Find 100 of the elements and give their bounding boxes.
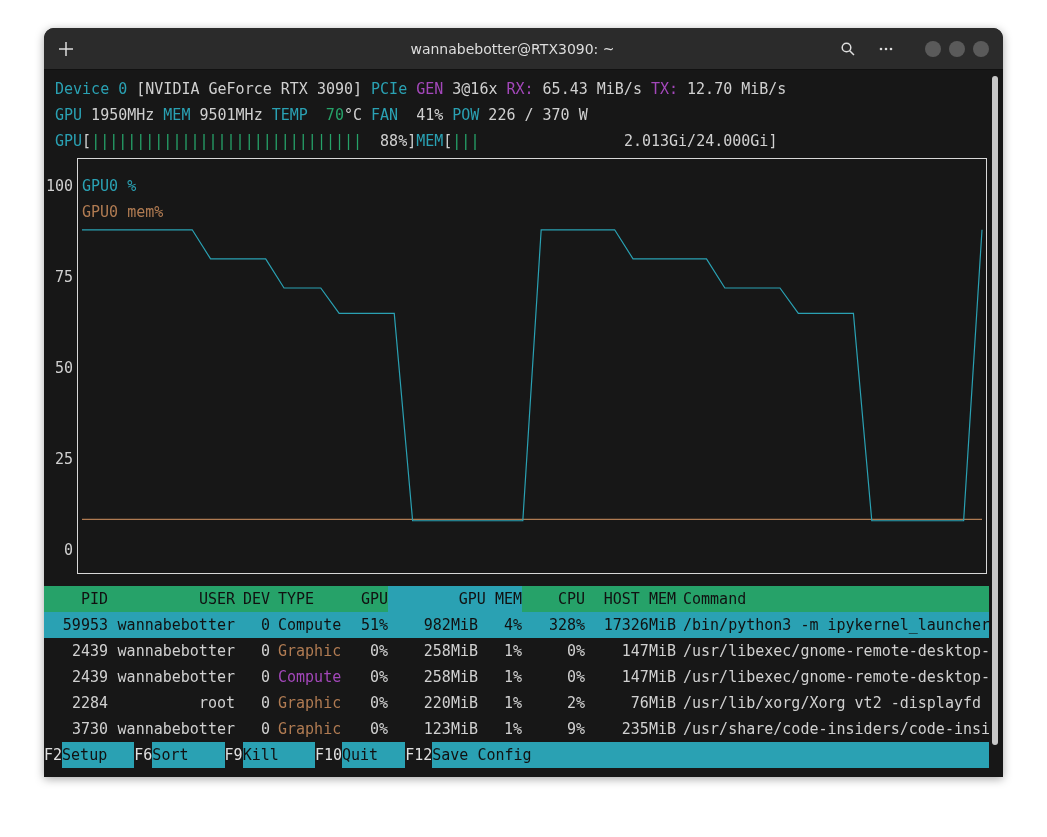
table-cell-text: 2% [565, 693, 585, 714]
meter-label: MEM [416, 131, 444, 152]
table-cell-text: 0 [259, 641, 270, 662]
table-cell-text: root [197, 693, 235, 714]
column-header[interactable]: USER [108, 586, 235, 612]
table-cell-text: 1% [502, 693, 522, 714]
table-cell-text: /usr/share/code-insiders/code-insi [682, 719, 991, 740]
bracket-text: [ [82, 131, 92, 152]
function-key-button[interactable]: Setup [62, 742, 135, 768]
table-cell-text: 0% [368, 641, 388, 662]
bracket-text: ] [407, 131, 417, 152]
table-cell-text: 2284 [70, 693, 108, 714]
process-row[interactable]: 2284 root 0 Graphic 0% 220MiB 1% 2% 76MiB /usr/lib/xorg/Xorg vt2 -displayfd [44, 690, 989, 716]
key-label: F2 [44, 742, 63, 768]
column-header[interactable]: HOST MEM [585, 586, 676, 612]
status-text: Device 0 [55, 79, 128, 100]
legend-label: GPU0 mem% [82, 203, 164, 221]
process-row[interactable]: 2439 wannabebotter 0 Graphic 0% 258MiB 1% 0% 147MiB /usr/libexec/gnome-remote-desktop- [44, 638, 989, 664]
function-key-button[interactable]: Kill [242, 742, 315, 768]
table-cell-text: 147MiB [620, 667, 676, 688]
meter-bars: |||||||||||||||||||||||||||||| [91, 128, 363, 154]
table-cell-text: 0% [368, 719, 388, 740]
maximize-button[interactable] [949, 40, 965, 57]
legend-label: GPU0 % [82, 177, 137, 195]
table-cell-text: Graphic [277, 693, 343, 714]
function-key-button[interactable]: Quit [342, 742, 406, 768]
table-cell-text: 0% [368, 693, 388, 714]
axis-tick-label: 75 [54, 268, 73, 287]
table-cell-text: Graphic [277, 641, 343, 662]
meter-label: GPU [55, 131, 83, 152]
table-cell-text: /usr/libexec/gnome-remote-desktop- [682, 667, 991, 688]
search-icon[interactable] [841, 41, 855, 56]
bracket-text: [ [443, 131, 453, 152]
process-row[interactable]: 3730 wannabebotter 0 Graphic 0% 123MiB 1% 9% 235MiB /usr/share/code-insiders/code-insi [44, 716, 989, 742]
table-cell-text: 59953 [61, 615, 108, 636]
column-header[interactable]: TYPE [270, 586, 343, 612]
axis-tick-label: 0 [63, 540, 73, 559]
axis-tick-label: 25 [54, 449, 73, 468]
status-text: [NVIDIA GeForce RTX 3090] [136, 79, 363, 100]
status-text: 9501MHz [199, 105, 263, 126]
column-header[interactable]: DEV [235, 586, 270, 612]
axis-tick-label: 100 [45, 177, 73, 196]
menu-icon[interactable] [879, 46, 893, 51]
table-cell-text: wannabebotter [116, 641, 235, 662]
status-text: RX: [506, 79, 534, 100]
unit-text: °C [343, 105, 362, 126]
column-header[interactable]: CPU [522, 586, 585, 612]
table-cell-text: wannabebotter [116, 667, 235, 688]
status-text: 41% [416, 105, 444, 126]
table-cell-text: wannabebotter [116, 615, 235, 636]
table-cell-text: 235MiB [620, 719, 676, 740]
window-title: wannabebotter@RTX3090: ~ [409, 40, 616, 57]
column-header[interactable]: Command [676, 586, 989, 612]
table-cell-text: wannabebotter [116, 719, 235, 740]
status-text: TX: [650, 79, 679, 100]
table-cell-text: 328% [547, 615, 585, 636]
table-cell-text: Compute [277, 615, 343, 636]
close-button[interactable] [973, 40, 989, 57]
table-cell-text: 1% [502, 641, 522, 662]
column-header[interactable]: GPU MEM [388, 586, 522, 612]
scrollbar[interactable] [992, 76, 998, 745]
status-text: FAN [371, 105, 399, 126]
table-cell-text: 1% [502, 667, 522, 688]
table-cell-text: 982MiB [422, 615, 478, 636]
status-text: 12.70 MiB/s [687, 79, 787, 100]
status-text: PCIe [371, 79, 408, 100]
table-cell-text: 0% [565, 667, 585, 688]
status-text: MEM [163, 105, 191, 126]
table-cell-text: 0 [259, 667, 270, 688]
status-text: POW [452, 105, 480, 126]
table-cell-text: 4% [502, 615, 522, 636]
axis-tick-label: 50 [54, 359, 73, 377]
table-cell-text: 17326MiB [602, 615, 676, 636]
table-cell-text: 2439 [70, 667, 108, 688]
status-text: TEMP [271, 105, 308, 126]
table-cell-text: 51% [359, 615, 388, 636]
table-cell-text: 1% [502, 719, 522, 740]
minimize-button[interactable] [925, 40, 941, 57]
meter-bars: ||| [452, 128, 480, 154]
new-tab-icon[interactable] [58, 40, 74, 57]
table-cell-text: 0 [259, 719, 270, 740]
table-cell-text: 76MiB [629, 693, 676, 714]
table-cell-text: 0% [565, 641, 585, 662]
table-cell-text: 220MiB [422, 693, 478, 714]
function-key-button[interactable]: Save Config [432, 742, 989, 768]
status-text: 1950MHz [91, 105, 155, 126]
column-header[interactable]: GPU [343, 586, 388, 612]
table-cell-text: /usr/lib/xorg/Xorg vt2 -displayfd [682, 693, 982, 714]
table-cell-text: 258MiB [422, 667, 478, 688]
status-text: 65.43 MiB/s [542, 79, 642, 100]
meter-reading: 88% [380, 131, 408, 152]
table-cell-text: 9% [565, 719, 585, 740]
column-header[interactable]: PID [44, 586, 108, 612]
process-row[interactable]: 2439 wannabebotter 0 Compute 0% 258MiB 1% 0% 147MiB /usr/libexec/gnome-remote-desktop- [44, 664, 989, 690]
table-cell-text: /usr/libexec/gnome-remote-desktop- [682, 641, 991, 662]
status-text: 226 / 370 W [488, 105, 588, 126]
table-cell-text: 3730 [70, 719, 108, 740]
status-text: GPU [55, 105, 83, 126]
table-cell-text: 123MiB [422, 719, 478, 740]
function-key-button[interactable]: Sort [152, 742, 225, 768]
